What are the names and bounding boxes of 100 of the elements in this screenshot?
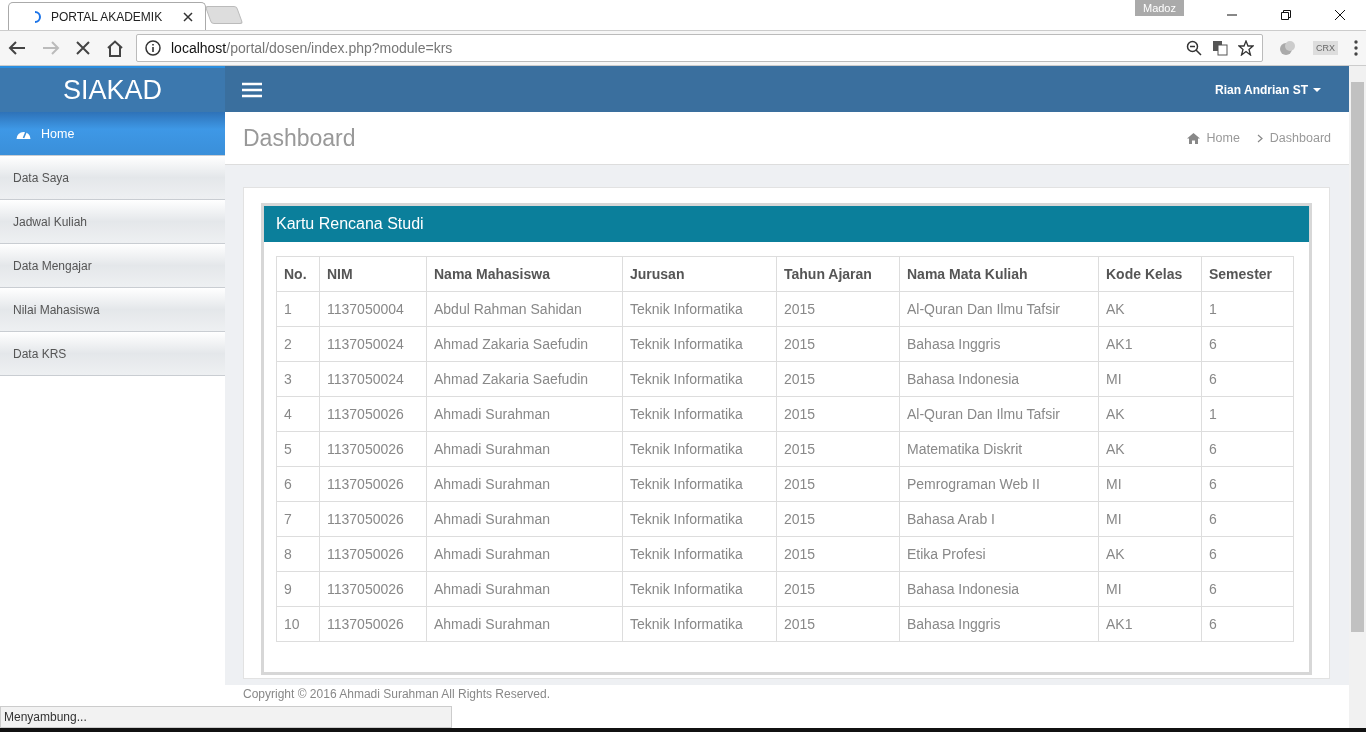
table-cell: Ahmad Zakaria Saefudin bbox=[426, 361, 623, 397]
translate-icon[interactable] bbox=[1212, 40, 1228, 56]
address-bar[interactable]: localhost/portal/dosen/index.php?module=krs bbox=[136, 34, 1263, 62]
table-cell: 6 bbox=[1201, 536, 1294, 572]
table-cell: Ahmadi Surahman bbox=[426, 431, 623, 467]
column-header: No. bbox=[276, 256, 320, 292]
table-cell: 4 bbox=[276, 396, 320, 432]
column-header: Nama Mata Kuliah bbox=[899, 256, 1099, 292]
table-cell: 6 bbox=[1201, 501, 1294, 537]
table-cell: Teknik Informatika bbox=[622, 466, 777, 502]
sidebar-item[interactable]: Nilai Mahasiswa bbox=[0, 288, 225, 332]
menu-icon[interactable] bbox=[1354, 40, 1358, 56]
table-cell: 2015 bbox=[776, 361, 900, 397]
table-cell: MI bbox=[1098, 361, 1202, 397]
sidebar-item[interactable]: Jadwal Kuliah bbox=[0, 200, 225, 244]
close-icon[interactable] bbox=[1334, 9, 1346, 21]
table-cell: 1137050024 bbox=[319, 326, 427, 362]
close-icon[interactable] bbox=[183, 11, 193, 22]
table-cell: 1137050026 bbox=[319, 571, 427, 607]
table-cell: MI bbox=[1098, 501, 1202, 537]
table-cell: 1137050026 bbox=[319, 501, 427, 537]
table-cell: 6 bbox=[1201, 431, 1294, 467]
card-title: Kartu Rencana Studi bbox=[264, 206, 1309, 242]
table-cell: MI bbox=[1098, 466, 1202, 502]
table-cell: 1 bbox=[276, 291, 320, 327]
breadcrumb-current: Dashboard bbox=[1269, 131, 1331, 145]
back-icon[interactable] bbox=[8, 40, 26, 56]
table-cell: 7 bbox=[276, 501, 320, 537]
table-cell: Teknik Informatika bbox=[622, 396, 777, 432]
table-cell: 1137050026 bbox=[319, 431, 427, 467]
table-cell: AK bbox=[1098, 431, 1202, 467]
table-cell: Bahasa Inggris bbox=[899, 606, 1099, 642]
table-cell: MI bbox=[1098, 571, 1202, 607]
sidebar-item[interactable]: Data KRS bbox=[0, 332, 225, 376]
table-cell: 3 bbox=[276, 361, 320, 397]
table-cell: Ahmadi Surahman bbox=[426, 606, 623, 642]
table-cell: 1137050026 bbox=[319, 466, 427, 502]
stop-icon[interactable] bbox=[76, 41, 90, 55]
table-cell: Bahasa Indonesia bbox=[899, 361, 1099, 397]
table-cell: Pemrograman Web II bbox=[899, 466, 1099, 502]
table-cell: Abdul Rahman Sahidan bbox=[426, 291, 623, 327]
table-cell: Teknik Informatika bbox=[622, 291, 777, 327]
table-cell: 5 bbox=[276, 431, 320, 467]
sidebar-item[interactable]: Data Saya bbox=[0, 156, 225, 200]
table-cell: Teknik Informatika bbox=[622, 501, 777, 537]
user-menu[interactable]: Rian Andrian ST bbox=[1215, 83, 1321, 97]
table-cell: 2015 bbox=[776, 571, 900, 607]
table-cell: AK1 bbox=[1098, 606, 1202, 642]
table-cell: AK bbox=[1098, 291, 1202, 327]
table-cell: 1137050026 bbox=[319, 606, 427, 642]
extension-button[interactable]: CRX bbox=[1313, 41, 1338, 55]
table-cell: 2015 bbox=[776, 501, 900, 537]
status-bubble: Menyambung... bbox=[0, 706, 452, 728]
loading-icon bbox=[33, 10, 43, 23]
table-cell: 6 bbox=[276, 466, 320, 502]
table-cell: AK bbox=[1098, 396, 1202, 432]
table-cell: AK1 bbox=[1098, 326, 1202, 362]
app-logo[interactable]: SIAKAD bbox=[0, 66, 225, 112]
table-cell: 6 bbox=[1201, 361, 1294, 397]
table-cell: Bahasa Indonesia bbox=[899, 571, 1099, 607]
table-cell: 6 bbox=[1201, 326, 1294, 362]
table-cell: Ahmadi Surahman bbox=[426, 466, 623, 502]
table-cell: Teknik Informatika bbox=[622, 606, 777, 642]
caret-icon bbox=[1313, 87, 1321, 93]
table-cell: Teknik Informatika bbox=[622, 571, 777, 607]
table-cell: 2015 bbox=[776, 326, 900, 362]
table-cell: Bahasa Arab I bbox=[899, 501, 1099, 537]
column-header: Semester bbox=[1201, 256, 1294, 292]
table-cell: 6 bbox=[1201, 466, 1294, 502]
table-cell: Matematika Diskrit bbox=[899, 431, 1099, 467]
table-cell: Etika Profesi bbox=[899, 536, 1099, 572]
tab-title: PORTAL AKADEMIK bbox=[51, 9, 164, 24]
table-cell: Ahmadi Surahman bbox=[426, 396, 623, 432]
table-cell: 2015 bbox=[776, 536, 900, 572]
table-cell: 6 bbox=[1201, 606, 1294, 642]
table-cell: Ahmadi Surahman bbox=[426, 571, 623, 607]
table-cell: Teknik Informatika bbox=[622, 536, 777, 572]
table-cell: 1 bbox=[1201, 291, 1294, 327]
table-cell: 8 bbox=[276, 536, 320, 572]
home-icon[interactable] bbox=[106, 39, 124, 57]
column-header: NIM bbox=[319, 256, 427, 292]
table-cell: Teknik Informatika bbox=[622, 361, 777, 397]
restore-icon[interactable] bbox=[1280, 9, 1292, 21]
table-cell: 1137050026 bbox=[319, 536, 427, 572]
table-cell: 2015 bbox=[776, 396, 900, 432]
column-header: Kode Kelas bbox=[1098, 256, 1202, 292]
menu-icon[interactable] bbox=[242, 82, 262, 98]
scrollbar[interactable] bbox=[1349, 66, 1366, 728]
table-cell: 10 bbox=[276, 606, 320, 642]
table-cell: 1137050004 bbox=[319, 291, 427, 327]
table-cell: 1137050024 bbox=[319, 361, 427, 397]
zoom-out-icon[interactable] bbox=[1186, 40, 1202, 56]
table-cell: 1137050026 bbox=[319, 396, 427, 432]
chevron-icon bbox=[1256, 133, 1263, 143]
sidebar-item[interactable]: Data Mengajar bbox=[0, 244, 225, 288]
column-header: Jurusan bbox=[622, 256, 777, 292]
browser-tab[interactable]: PORTAL AKADEMIK bbox=[8, 2, 206, 30]
table-cell: 6 bbox=[1201, 571, 1294, 607]
star-icon[interactable] bbox=[1238, 40, 1254, 56]
column-header: Nama Mahasiswa bbox=[426, 256, 623, 292]
